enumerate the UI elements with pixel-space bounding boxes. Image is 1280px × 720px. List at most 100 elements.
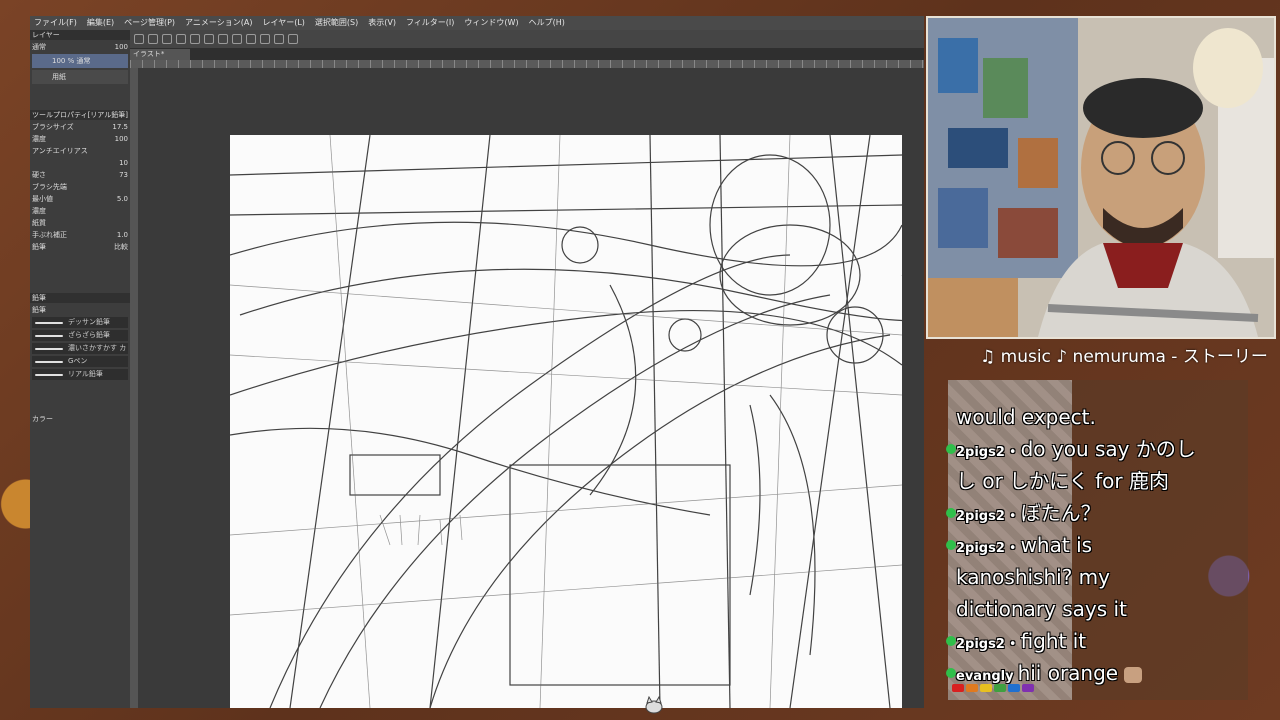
document-tab[interactable]: イラスト*: [130, 49, 190, 60]
property-label: 濃度: [32, 134, 46, 143]
chat-badge-icon: [946, 508, 956, 518]
chat-badge-icon: [946, 444, 956, 454]
menu-help[interactable]: ヘルプ(H): [529, 16, 565, 30]
layer-paper-label: 用紙: [52, 73, 66, 81]
menu-animation[interactable]: アニメーション(A): [185, 16, 252, 30]
property-row[interactable]: アンチエイリアス: [32, 145, 128, 156]
menu-file[interactable]: ファイル(F): [34, 16, 77, 30]
chat-username: 2pigs2: [956, 637, 1005, 652]
property-row[interactable]: 濃度: [32, 205, 128, 216]
layer-opacity-value[interactable]: 100: [115, 43, 128, 51]
command-bar: [30, 30, 924, 48]
property-value: 1.0: [116, 230, 128, 239]
transform-icon[interactable]: [232, 34, 242, 44]
chat-text: what is: [1020, 533, 1093, 557]
blend-mode-select[interactable]: 通常: [32, 42, 46, 52]
menu-page[interactable]: ページ管理(P): [124, 16, 175, 30]
property-row[interactable]: 紙質: [32, 217, 128, 228]
menu-layer[interactable]: レイヤー(L): [262, 16, 304, 30]
chat-username: evangly: [956, 669, 1014, 684]
streamer-video-image: [928, 18, 1274, 337]
chat-separator: •: [1008, 445, 1017, 460]
brush-item[interactable]: デッサン鉛筆: [32, 317, 128, 328]
chat-text: dictionary says it: [956, 597, 1127, 621]
layer-row-paper[interactable]: 用紙: [32, 70, 128, 84]
webcam-overlay: [926, 16, 1276, 339]
chat-badge-icon: [946, 540, 956, 550]
redo-icon[interactable]: [190, 34, 200, 44]
palette-swatch[interactable]: [952, 684, 964, 692]
property-label: 硬さ: [32, 170, 46, 179]
palette-swatch[interactable]: [994, 684, 1006, 692]
property-row[interactable]: ブラシ先端: [32, 181, 128, 192]
chat-message: would expect.: [956, 402, 1096, 432]
property-row[interactable]: 濃度 100: [32, 133, 128, 144]
chat-text: kanoshishi? my: [956, 565, 1110, 589]
help-icon[interactable]: [288, 34, 298, 44]
chat-message: kanoshishi? my: [956, 562, 1110, 592]
save-icon[interactable]: [162, 34, 172, 44]
menu-view[interactable]: 表示(V): [368, 16, 396, 30]
sub-tool-tab-row: 鉛筆: [32, 304, 128, 315]
new-icon[interactable]: [134, 34, 144, 44]
pen-type-label: 鉛筆: [32, 242, 46, 251]
vertical-ruler: [130, 68, 138, 708]
brush-item[interactable]: Gペン: [32, 356, 128, 367]
chat-badge-icon: [946, 668, 956, 678]
pen-icon[interactable]: [274, 34, 284, 44]
menu-filter[interactable]: フィルター(I): [406, 16, 454, 30]
brush-label: デッサン鉛筆: [68, 318, 110, 326]
brush-item[interactable]: リアル鉛筆: [32, 369, 128, 380]
property-row[interactable]: 10: [32, 157, 128, 168]
chat-text: し or しかにく for 鹿肉: [956, 469, 1169, 493]
menu-selection[interactable]: 選択範囲(S): [315, 16, 358, 30]
open-icon[interactable]: [148, 34, 158, 44]
color-row: カラー: [32, 413, 128, 424]
chat-separator: •: [1008, 541, 1017, 556]
property-value: 10: [119, 158, 128, 167]
property-row[interactable]: 最小値 5.0: [32, 193, 128, 204]
brush-item[interactable]: ざらざら鉛筆: [32, 330, 128, 341]
brush-item[interactable]: 濃いさかすかす カラー: [32, 343, 128, 363]
drawing-canvas[interactable]: [230, 135, 902, 708]
chat-message: 2pigs2 • ぼたん？: [946, 498, 1101, 532]
property-row[interactable]: 硬さ 73: [32, 169, 128, 180]
color-select[interactable]: カラー: [32, 414, 53, 424]
menu-edit[interactable]: 編集(E): [87, 16, 114, 30]
pen-type-row[interactable]: 鉛筆 比較: [32, 241, 128, 252]
property-row[interactable]: ブラシサイズ 17.5: [32, 121, 128, 132]
palette-swatch[interactable]: [980, 684, 992, 692]
property-label: ブラシ先端: [32, 182, 67, 191]
sketch-drawing: [230, 135, 902, 708]
property-label: 紙質: [32, 218, 46, 227]
brush-label: ざらざら鉛筆: [68, 331, 110, 339]
brush-label: リアル鉛筆: [68, 370, 103, 378]
chat-message: 2pigs2 • do you say かのし: [946, 434, 1196, 468]
property-value: 100: [114, 134, 128, 143]
palette-swatch[interactable]: [1022, 684, 1034, 692]
chat-message: 2pigs2 • fight it: [946, 626, 1086, 660]
sub-tool-tab[interactable]: 鉛筆: [32, 305, 46, 315]
canvas-area[interactable]: [138, 68, 924, 708]
chat-overlay: would expect. 2pigs2 • do you say かのし し or…: [946, 380, 1248, 700]
now-playing-music: ♫ music ♪ nemuruma - ストーリー: [980, 347, 1268, 367]
layer-row-1[interactable]: 100 % 通常: [32, 54, 128, 68]
sub-tool-title: 鉛筆: [30, 293, 130, 303]
property-value: 17.5: [112, 122, 128, 131]
chat-username: 2pigs2: [956, 445, 1005, 460]
property-label: 最小値: [32, 194, 53, 203]
mode-label: 比較: [114, 242, 128, 251]
palette-swatch[interactable]: [1008, 684, 1020, 692]
ruler-icon[interactable]: [260, 34, 270, 44]
chat-badge-icon: [946, 636, 956, 646]
menu-window[interactable]: ウィンドウ(W): [464, 16, 518, 30]
brush-label: Gペン: [68, 357, 88, 365]
undo-icon[interactable]: [176, 34, 186, 44]
emote-icon: [1124, 666, 1143, 683]
palette-swatch[interactable]: [966, 684, 978, 692]
chat-separator: •: [1008, 637, 1017, 652]
property-row[interactable]: 手ぶれ補正 1.0: [32, 229, 128, 240]
select-icon[interactable]: [246, 34, 256, 44]
fill-icon[interactable]: [218, 34, 228, 44]
clear-icon[interactable]: [204, 34, 214, 44]
